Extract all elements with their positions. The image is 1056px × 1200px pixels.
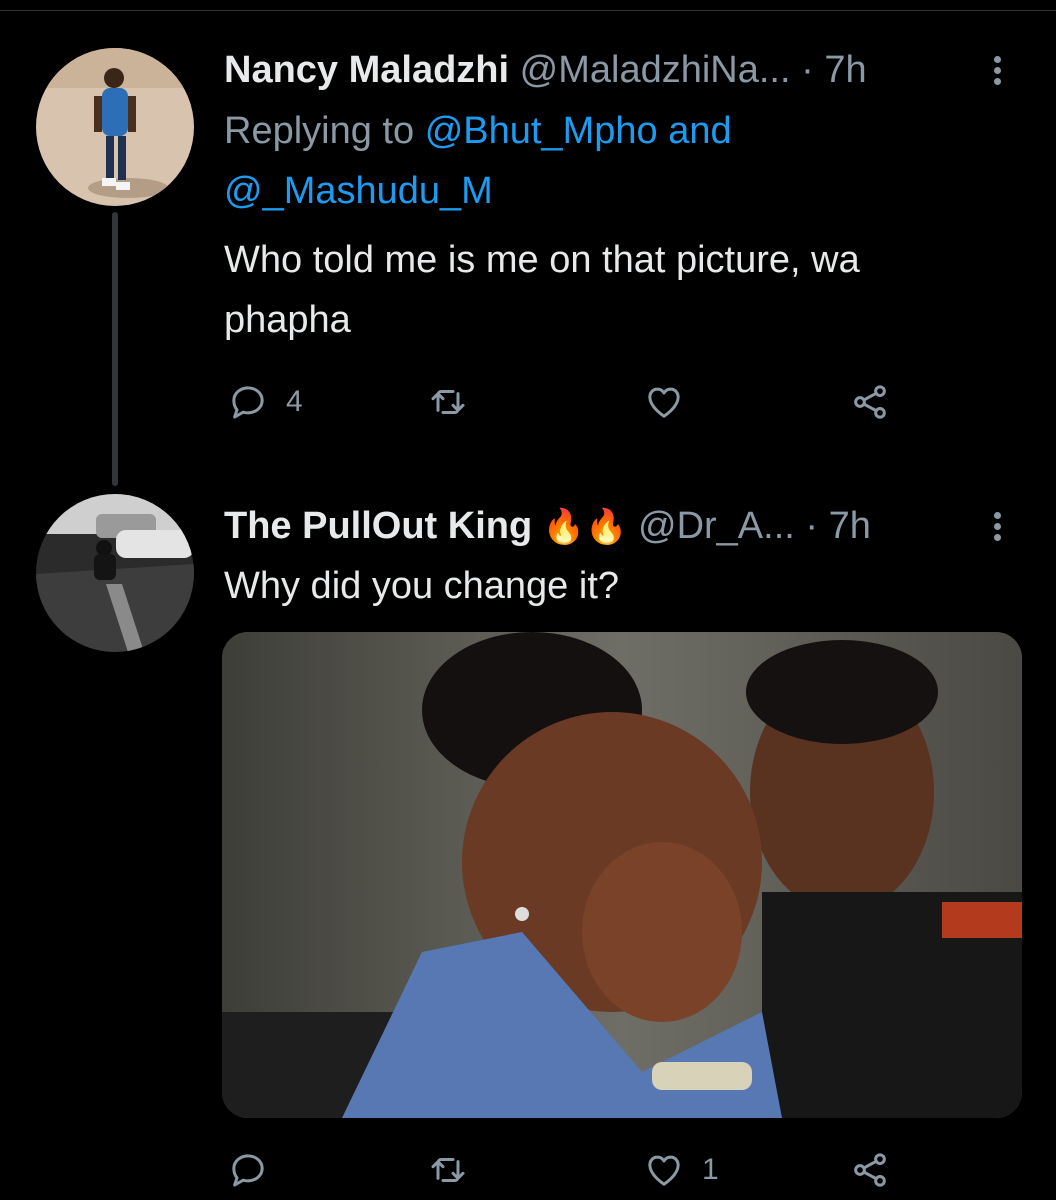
like-button[interactable]: 1 [644,1144,719,1196]
replying-joiner: and [668,110,732,152]
tweet-text-line: Who told me is me on that picture, wa [224,239,860,281]
retweet-button[interactable] [428,1144,468,1196]
reply-icon [232,1154,264,1187]
tweet-text-line: phapha [224,299,351,341]
avatar[interactable] [36,48,194,206]
handle[interactable]: @MaladzhiNa... [520,49,791,91]
share-button[interactable] [850,376,890,428]
tweet-text-line: Why did you change it? [224,565,620,607]
separator: · [805,505,819,547]
mention-link[interactable]: @_Mashudu_M [224,170,493,212]
share-icon [854,1153,886,1187]
replying-prefix: Replying to [224,110,415,152]
display-name[interactable]: Nancy Maladzhi [224,49,509,91]
mention-link[interactable]: @Bhut_Mpho [425,110,658,152]
avatar[interactable] [36,494,194,652]
like-icon [648,1155,680,1186]
retweet-icon [431,1158,465,1182]
timestamp[interactable]: 7h [829,505,871,547]
like-button[interactable] [644,376,684,428]
fire-icon: 🔥🔥 [542,508,628,546]
reply-count: 4 [286,385,303,418]
tweet-media-image[interactable] [222,632,1022,1118]
handle[interactable]: @Dr_A... [638,505,795,547]
separator: · [801,49,814,91]
retweet-icon [431,390,465,414]
reply-button[interactable]: 4 [228,376,303,428]
retweet-button[interactable] [428,376,468,428]
replying-to: Replying to @Bhut_Mpho and [224,102,732,160]
reply-icon [232,386,264,419]
like-icon [648,387,680,418]
more-icon[interactable] [982,52,1012,92]
share-icon [854,385,886,419]
tweet-header: The PullOut King 🔥🔥 @Dr_A... · 7h [224,504,871,549]
replying-to-line-2: @_Mashudu_M [224,162,493,220]
top-divider [0,10,1056,11]
like-count: 1 [702,1153,719,1186]
reply-button[interactable] [228,1144,286,1196]
timestamp[interactable]: 7h [824,49,866,91]
share-button[interactable] [850,1144,890,1196]
thread-connector [112,212,118,486]
display-name[interactable]: The PullOut King [224,505,532,547]
more-icon[interactable] [982,508,1012,548]
tweet-header: Nancy Maladzhi @MaladzhiNa... · 7h [224,48,867,92]
